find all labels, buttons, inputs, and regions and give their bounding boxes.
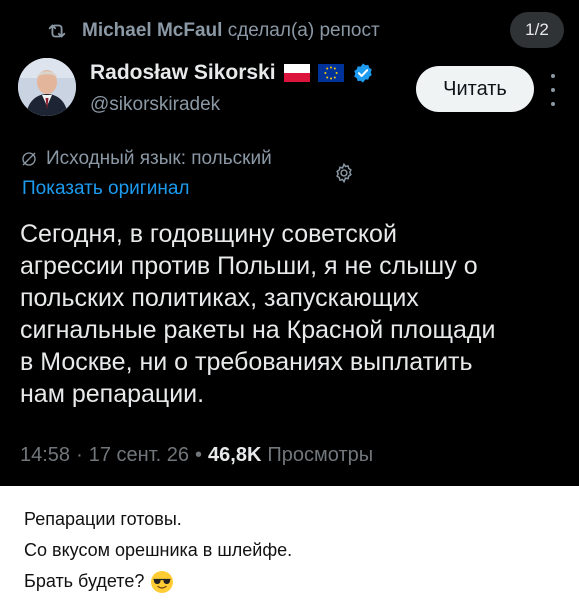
author-name-row: Radosław Sikorski (90, 60, 374, 86)
tweet-text: Сегодня, в годовщину советской агрессии … (20, 220, 496, 408)
verified-badge-icon (353, 63, 372, 83)
views-separator: • (195, 443, 203, 466)
author-handle[interactable]: @sikorskiradek (90, 94, 220, 116)
poland-flag-icon (283, 64, 310, 82)
repost-action-text: сделал(а) репост (227, 20, 380, 41)
tweet-date[interactable]: 17 сент. 26 (89, 444, 189, 467)
caption-line: Брать будете? (24, 566, 564, 597)
repost-icon (48, 24, 66, 38)
globe-slash-icon (22, 152, 36, 166)
gear-icon[interactable] (333, 162, 355, 184)
sunglasses-face-icon (151, 570, 174, 593)
tweet-meta: 14:58 · 17 сент. 26 • 46,8K Просмотры (20, 440, 373, 470)
views-label: Просмотры (267, 443, 374, 466)
tweet-time[interactable]: 14:58 (20, 444, 70, 467)
tweet-card[interactable]: Michael McFaul сделал(а) репост 1/2 Rado… (0, 0, 579, 486)
avatar[interactable] (18, 58, 76, 116)
more-options-icon[interactable] (548, 74, 558, 106)
eu-flag-icon (317, 64, 344, 82)
author-display-name[interactable]: Radosław Sikorski (90, 61, 276, 85)
views-count: 46,8K (208, 443, 262, 466)
translation-notice: Исходный язык: польский (20, 146, 272, 172)
caption-line: Со вкусом орешника в шлейфе. (24, 540, 293, 560)
follow-button[interactable]: Читать (416, 66, 534, 112)
caption: Репарации готовы. Со вкусом орешника в ш… (24, 504, 564, 597)
repost-indicator: Michael McFaul сделал(а) репост (46, 18, 380, 44)
source-language-text: Исходный язык: польский (46, 148, 272, 169)
media-counter-badge: 1/2 (510, 12, 564, 48)
repost-user-name[interactable]: Michael McFaul (82, 20, 222, 41)
meta-separator: · (76, 443, 83, 466)
show-original-link[interactable]: Показать оригинал (22, 178, 189, 200)
caption-line: Репарации готовы. (24, 509, 182, 529)
